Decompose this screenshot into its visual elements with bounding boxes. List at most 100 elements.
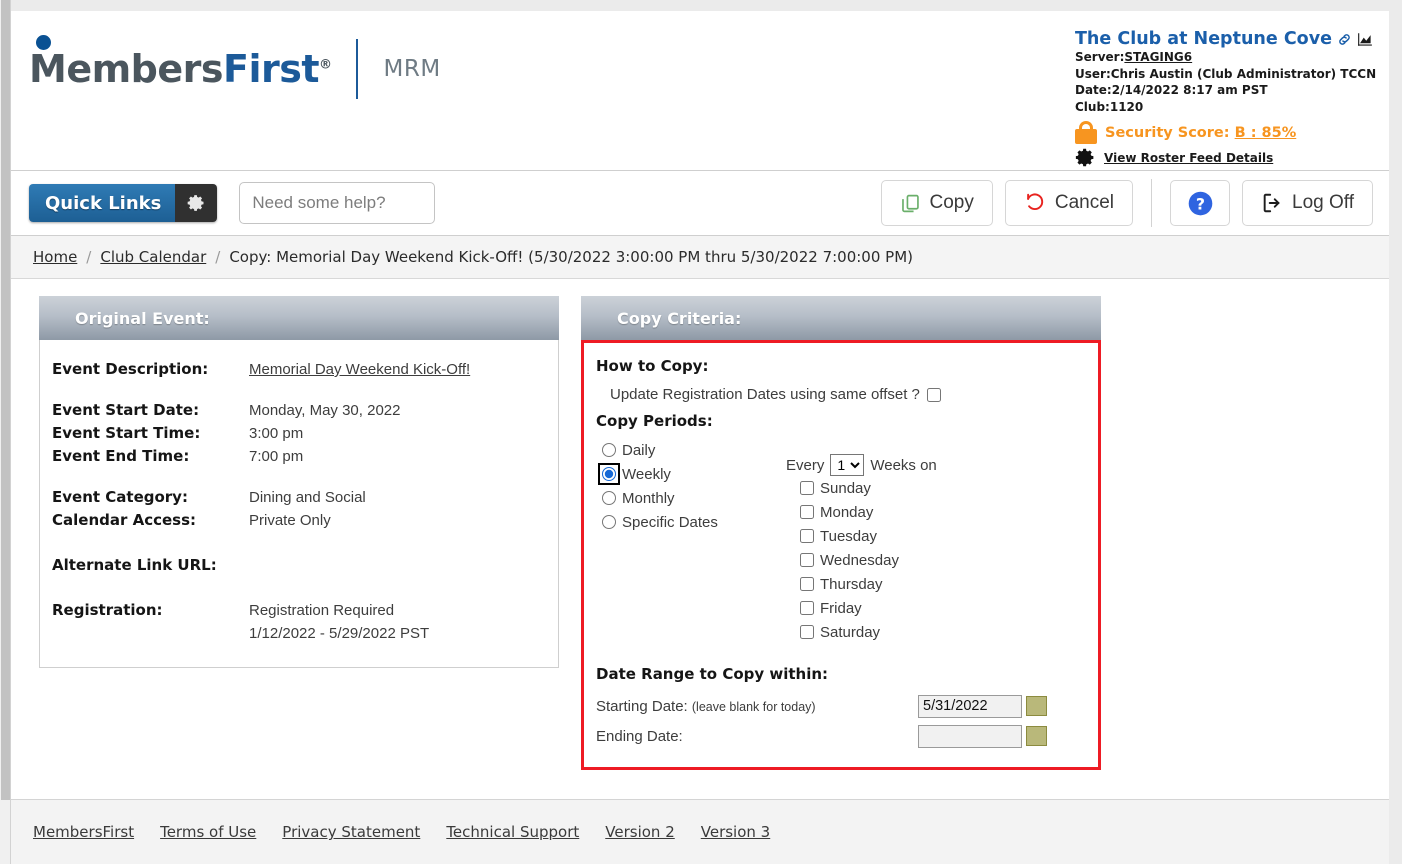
logo-wordmark: MembersFirst® — [29, 35, 332, 91]
logo-divider — [355, 39, 358, 99]
search-input[interactable] — [239, 182, 436, 224]
event-start-time-row: Event Start Time: 3:00 pm — [40, 422, 558, 445]
starting-date-input[interactable] — [918, 694, 1022, 718]
scrollbar-thumb[interactable] — [1, 0, 10, 800]
day-checkbox-saturday[interactable] — [800, 625, 814, 639]
period-radio-specific-dates[interactable] — [602, 515, 616, 529]
day-label-saturday: Saturday — [820, 623, 881, 641]
event-category-row: Event Category: Dining and Social — [40, 486, 558, 509]
every-prefix-label: Every — [786, 456, 825, 474]
chart-icon[interactable] — [1357, 32, 1373, 47]
quick-links-gear-icon[interactable] — [175, 184, 218, 222]
period-label-daily: Daily — [622, 441, 656, 459]
log-off-button-label: Log Off — [1292, 192, 1354, 213]
footer-link-terms-of-use[interactable]: Terms of Use — [160, 823, 256, 841]
registration-value: Registration Required — [249, 602, 395, 619]
day-checkbox-sunday[interactable] — [800, 481, 814, 495]
club-name-header: The Club at Neptune Cove — [1075, 29, 1372, 49]
footer-link-privacy-statement[interactable]: Privacy Statement — [282, 823, 420, 841]
ending-date-field-wrap — [918, 724, 1047, 748]
period-radio-daily[interactable] — [602, 443, 616, 457]
day-option-wednesday[interactable]: Wednesday — [800, 548, 937, 572]
link-icon[interactable] — [1337, 32, 1352, 47]
calendar-icon-ending-date[interactable] — [1026, 726, 1047, 746]
registration-label: Registration: — [52, 601, 163, 619]
undo-icon — [1024, 192, 1046, 214]
original-event-panel-title: Original Event: — [39, 296, 559, 340]
periods-section: Daily Weekly Monthly Specific Dates Ever… — [596, 438, 1098, 644]
breadcrumb-separator-2: / — [215, 248, 221, 266]
calendar-icon-starting-date[interactable] — [1026, 696, 1047, 716]
day-checkbox-friday[interactable] — [800, 601, 814, 615]
view-roster-feed-link[interactable]: View Roster Feed Details — [1104, 151, 1273, 165]
logo-first-text: First — [223, 47, 320, 91]
footer-link-technical-support[interactable]: Technical Support — [446, 823, 579, 841]
ending-date-input[interactable] — [918, 724, 1022, 748]
server-label: Server: — [1075, 50, 1125, 64]
period-radio-weekly[interactable] — [598, 463, 620, 485]
server-value-link[interactable]: STAGING6 — [1124, 50, 1192, 64]
period-label-weekly: Weekly — [622, 465, 671, 483]
brand-logo[interactable]: MembersFirst® MRM — [29, 35, 441, 99]
event-description-value[interactable]: Memorial Day Weekend Kick-Off! — [249, 361, 470, 378]
day-checkbox-tuesday[interactable] — [800, 529, 814, 543]
cancel-button[interactable]: Cancel — [1004, 180, 1134, 226]
day-label-tuesday: Tuesday — [820, 527, 877, 545]
ending-date-label: Ending Date: — [596, 727, 683, 745]
page-scrollbar[interactable] — [0, 0, 11, 864]
footer-link-membersfirst[interactable]: MembersFirst — [33, 823, 134, 841]
day-option-saturday[interactable]: Saturday — [800, 620, 937, 644]
club-name-text: The Club at Neptune Cove — [1075, 29, 1332, 49]
toolbar-divider — [1151, 179, 1153, 227]
day-option-monday[interactable]: Monday — [800, 500, 937, 524]
day-option-friday[interactable]: Friday — [800, 596, 937, 620]
period-option-daily[interactable]: Daily — [602, 438, 786, 462]
log-off-button[interactable]: Log Off — [1242, 180, 1373, 226]
footer-link-version-2[interactable]: Version 2 — [605, 823, 674, 841]
event-description-label: Event Description: — [52, 360, 209, 378]
period-radio-monthly[interactable] — [602, 491, 616, 505]
event-start-date-value: Monday, May 30, 2022 — [249, 402, 401, 419]
alternate-link-url-label: Alternate Link URL: — [52, 556, 217, 574]
period-label-monthly: Monthly — [622, 489, 675, 507]
page-footer: MembersFirst Terms of Use Privacy Statem… — [11, 799, 1389, 864]
copy-criteria-panel-title: Copy Criteria: — [581, 296, 1101, 340]
day-checkbox-thursday[interactable] — [800, 577, 814, 591]
breadcrumb-home-link[interactable]: Home — [33, 248, 77, 266]
main-content: Original Event: Event Description: Memor… — [11, 279, 1389, 803]
security-score-value[interactable]: B : 85% — [1235, 125, 1297, 141]
breadcrumb-club-calendar-link[interactable]: Club Calendar — [100, 248, 206, 266]
copy-icon — [900, 193, 921, 214]
day-option-thursday[interactable]: Thursday — [800, 572, 937, 596]
copy-button-label: Copy — [929, 192, 974, 213]
quick-links-button[interactable]: Quick Links — [29, 184, 218, 222]
update-registration-dates-checkbox[interactable] — [926, 387, 941, 402]
original-event-panel: Original Event: Event Description: Memor… — [39, 296, 559, 668]
roster-feed-row: View Roster Feed Details — [1075, 147, 1365, 168]
event-category-value: Dining and Social — [249, 489, 366, 506]
action-toolbar: Quick Links Copy — [11, 171, 1389, 236]
app-window: MembersFirst® MRM The Club at Neptune Co… — [11, 11, 1389, 864]
day-checkbox-wednesday[interactable] — [800, 553, 814, 567]
svg-text:?: ? — [1195, 194, 1204, 213]
footer-link-version-3[interactable]: Version 3 — [701, 823, 770, 841]
day-label-friday: Friday — [820, 599, 862, 617]
copy-button[interactable]: Copy — [880, 180, 993, 226]
help-button[interactable]: ? — [1170, 180, 1231, 226]
security-score-label: Security Score: — [1105, 124, 1230, 141]
event-start-date-row: Event Start Date: Monday, May 30, 2022 — [40, 399, 558, 422]
day-checkbox-monday[interactable] — [800, 505, 814, 519]
weekly-options: Every 1 Weeks on Sunday Monday Tuesday W… — [786, 438, 937, 644]
period-option-weekly[interactable]: Weekly — [598, 462, 786, 486]
event-start-time-value: 3:00 pm — [249, 425, 304, 442]
copy-period-radio-group: Daily Weekly Monthly Specific Dates — [596, 438, 786, 644]
period-option-monthly[interactable]: Monthly — [602, 486, 786, 510]
registration-dates: 1/12/2022 - 5/29/2022 PST — [249, 625, 430, 642]
day-label-thursday: Thursday — [820, 575, 883, 593]
starting-date-label-group: Starting Date: (leave blank for today) — [596, 698, 816, 715]
day-option-sunday[interactable]: Sunday — [800, 476, 937, 500]
day-option-tuesday[interactable]: Tuesday — [800, 524, 937, 548]
period-option-specific-dates[interactable]: Specific Dates — [602, 510, 786, 534]
week-interval-select[interactable]: 1 — [830, 454, 865, 476]
starting-date-hint: (leave blank for today) — [691, 699, 816, 714]
